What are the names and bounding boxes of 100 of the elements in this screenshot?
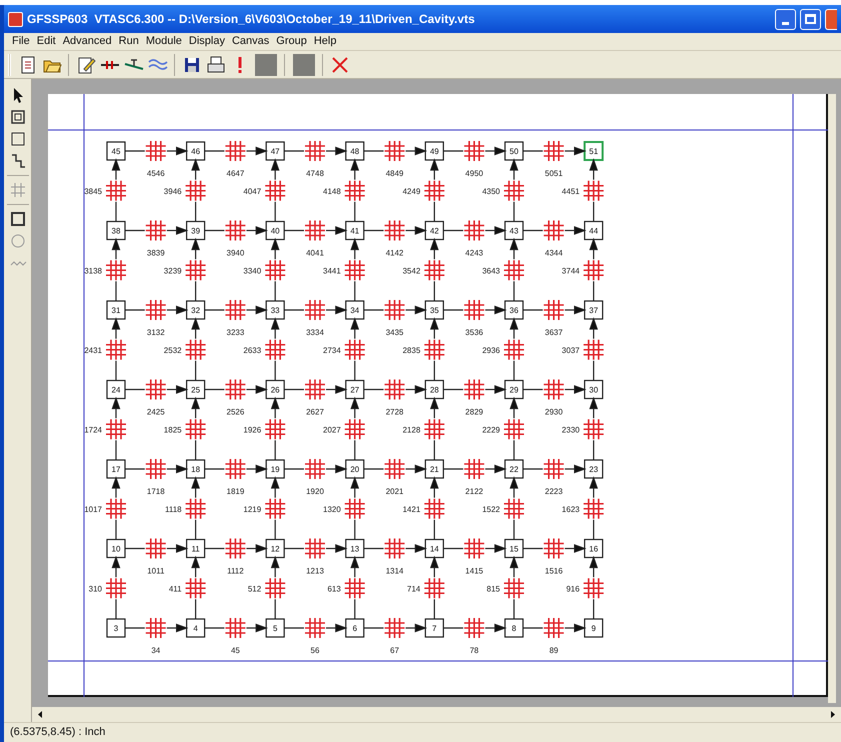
restriction-icon[interactable] — [544, 220, 564, 240]
node-box[interactable]: 14 — [424, 538, 444, 558]
node-box[interactable]: 7 — [424, 618, 444, 638]
restriction-icon[interactable] — [186, 498, 206, 519]
node-box[interactable]: 48 — [345, 141, 364, 161]
restriction-icon[interactable] — [464, 459, 484, 479]
restriction-icon[interactable] — [344, 340, 365, 360]
restriction-icon[interactable] — [464, 220, 484, 240]
menu-item[interactable]: Edit — [36, 33, 56, 50]
restriction-icon[interactable] — [504, 498, 524, 519]
node-box[interactable]: 22 — [504, 459, 524, 479]
restriction-icon[interactable] — [305, 459, 325, 479]
toolbar-button[interactable] — [255, 54, 277, 76]
restriction-icon[interactable] — [384, 220, 405, 240]
restriction-icon[interactable] — [544, 300, 564, 320]
restriction-icon[interactable] — [384, 459, 405, 479]
restriction-icon[interactable] — [384, 380, 405, 400]
restriction-icon[interactable] — [305, 618, 325, 638]
restriction-icon[interactable] — [146, 538, 166, 558]
restriction-icon[interactable] — [146, 220, 166, 240]
restriction-icon[interactable] — [186, 419, 206, 440]
node-box[interactable]: 30 — [584, 380, 604, 400]
menu-item[interactable]: Group — [276, 33, 307, 50]
node-box[interactable]: 15 — [504, 538, 524, 558]
restriction-icon[interactable] — [544, 380, 564, 400]
node-box[interactable]: 39 — [186, 220, 206, 240]
restriction-icon[interactable] — [504, 340, 524, 360]
node-box[interactable]: 8 — [504, 618, 524, 638]
restriction-icon[interactable] — [584, 578, 604, 598]
menu-item[interactable]: Help — [314, 33, 336, 50]
node-box[interactable]: 40 — [266, 220, 285, 240]
node-box[interactable]: 44 — [584, 220, 604, 240]
node-box[interactable]: 24 — [106, 380, 126, 400]
restriction-icon[interactable] — [584, 498, 604, 519]
restriction-icon[interactable] — [225, 300, 246, 320]
restriction-icon[interactable] — [424, 340, 444, 360]
node-box[interactable]: 19 — [266, 459, 285, 479]
printer-icon[interactable] — [205, 54, 227, 76]
node-box[interactable]: 10 — [106, 538, 126, 558]
restriction-icon[interactable] — [584, 419, 604, 440]
restriction-icon[interactable] — [584, 260, 604, 280]
node-box[interactable]: 46 — [186, 141, 206, 161]
restriction-icon[interactable] — [584, 180, 604, 201]
restriction-icon[interactable] — [265, 340, 286, 360]
node-box[interactable]: 27 — [345, 380, 364, 400]
restriction-icon[interactable] — [106, 419, 126, 440]
restriction-icon[interactable] — [305, 380, 325, 400]
node-box[interactable]: 13 — [345, 538, 364, 558]
restriction-icon[interactable] — [384, 300, 405, 320]
node-box[interactable]: 20 — [345, 459, 364, 479]
node-box[interactable]: 23 — [584, 459, 604, 479]
node-box[interactable]: 33 — [266, 300, 285, 320]
node-box[interactable]: 45 — [106, 141, 126, 161]
restriction-icon[interactable] — [305, 220, 325, 240]
restriction-icon[interactable] — [464, 300, 484, 320]
restriction-icon[interactable] — [344, 419, 365, 440]
node-box[interactable]: 21 — [424, 459, 444, 479]
restriction-icon[interactable] — [544, 538, 564, 558]
node-box[interactable]: 36 — [504, 300, 524, 320]
restriction-icon[interactable] — [344, 180, 365, 201]
restriction-icon[interactable] — [424, 498, 444, 519]
restriction-icon[interactable] — [106, 340, 126, 360]
restriction-icon[interactable] — [305, 538, 325, 558]
node-box[interactable]: 34 — [345, 300, 364, 320]
node-box[interactable]: 29 — [504, 380, 524, 400]
restriction-icon[interactable] — [384, 141, 405, 161]
node-box[interactable]: 47 — [266, 141, 285, 161]
restriction-icon[interactable] — [146, 141, 166, 161]
restriction-icon[interactable] — [106, 180, 126, 201]
restriction-icon[interactable] — [186, 180, 206, 201]
restriction-icon[interactable] — [424, 260, 444, 280]
horizontal-scrollbar[interactable] — [32, 707, 841, 722]
node-box[interactable]: 18 — [186, 459, 206, 479]
restriction-icon[interactable] — [544, 618, 564, 638]
restriction-icon[interactable] — [544, 459, 564, 479]
node-box[interactable]: 38 — [106, 220, 126, 240]
restriction-icon[interactable] — [464, 141, 484, 161]
node-box[interactable]: 3 — [106, 618, 126, 638]
restriction-icon[interactable] — [464, 618, 484, 638]
restriction-icon[interactable] — [384, 538, 405, 558]
restriction-icon[interactable] — [106, 578, 126, 598]
restriction-icon[interactable] — [186, 260, 206, 280]
restriction-icon[interactable] — [464, 380, 484, 400]
node-box[interactable]: 41 — [345, 220, 364, 240]
node-box[interactable]: 28 — [424, 380, 444, 400]
node-box[interactable]: 37 — [584, 300, 604, 320]
restriction-icon[interactable] — [424, 180, 444, 201]
node-box[interactable]: 12 — [266, 538, 285, 558]
restriction-icon[interactable] — [225, 538, 246, 558]
node-box[interactable]: 11 — [186, 538, 206, 558]
restriction-icon[interactable] — [106, 260, 126, 280]
restriction-icon[interactable] — [225, 459, 246, 479]
restriction-icon[interactable] — [544, 141, 564, 161]
menu-item[interactable]: Module — [146, 33, 182, 50]
restriction-icon[interactable] — [424, 419, 444, 440]
node-box[interactable]: 43 — [504, 220, 524, 240]
menu-item[interactable]: Advanced — [62, 33, 112, 50]
restriction-icon[interactable] — [186, 578, 206, 598]
node-box[interactable]: 35 — [424, 300, 444, 320]
restriction-icon[interactable] — [265, 498, 286, 519]
